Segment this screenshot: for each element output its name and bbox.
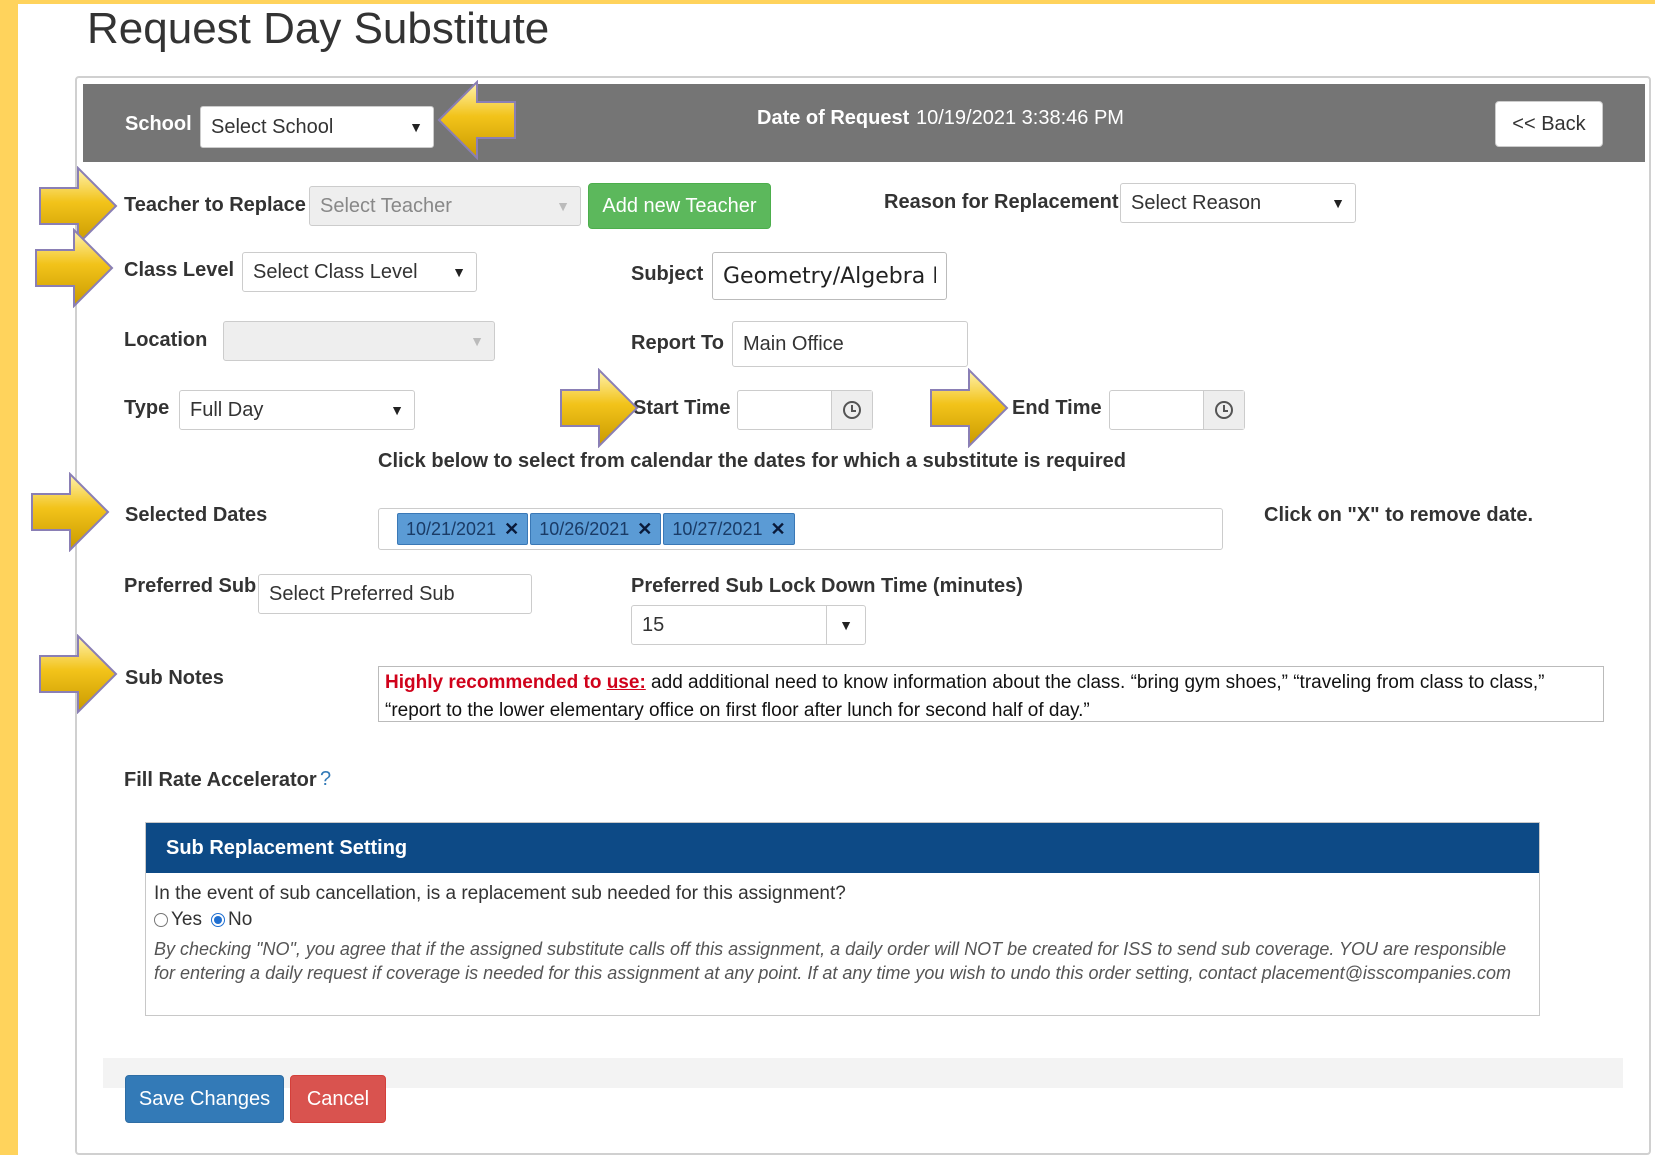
preferred-sub-select-value: Select Preferred Sub [269, 582, 455, 605]
close-icon[interactable]: ✕ [770, 519, 785, 540]
start-time-clock-button[interactable] [831, 391, 872, 429]
date-chip: 10/26/2021 ✕ [530, 513, 662, 545]
date-chip-label: 10/21/2021 [406, 518, 497, 539]
teacher-select-value: Select Teacher [320, 194, 452, 217]
help-icon[interactable]: ? [320, 768, 331, 791]
date-of-request-label: Date of Request [757, 107, 910, 129]
arrow-icon [31, 472, 110, 552]
sub-notes-textarea[interactable]: Highly recommended to use: add additiona… [378, 666, 1604, 722]
sub-notes-highlight: Highly recommended to [385, 672, 607, 693]
chevron-down-icon: ▼ [452, 264, 466, 280]
clock-icon [1215, 401, 1233, 419]
fill-rate-label: Fill Rate Accelerator [124, 769, 317, 791]
report-to-input-value: Main Office [743, 332, 844, 355]
type-label: Type [124, 397, 170, 419]
selected-dates-label: Selected Dates [125, 504, 268, 526]
location-select[interactable]: ▼ [223, 321, 495, 361]
class-level-select[interactable]: Select Class Level ▼ [242, 252, 477, 292]
page-title: Request Day Substitute [87, 4, 550, 53]
chevron-down-icon: ▼ [839, 617, 853, 633]
chevron-down-icon: ▼ [409, 119, 423, 135]
close-icon[interactable]: ✕ [637, 519, 652, 540]
reason-label: Reason for Replacement [884, 191, 1119, 213]
arrow-icon [35, 228, 114, 308]
school-label: School [125, 113, 192, 135]
date-of-request-value: 10/19/2021 3:38:46 PM [916, 107, 1124, 129]
date-chip-label: 10/26/2021 [539, 518, 630, 539]
school-select-value: Select School [211, 115, 334, 138]
sub-notes-highlight-use: use: [606, 672, 646, 693]
lockdown-dropdown-button[interactable]: ▼ [826, 606, 865, 644]
replacement-radio-group: Yes No [154, 909, 252, 931]
start-time-input[interactable] [737, 390, 873, 430]
preferred-sub-label: Preferred Sub [124, 575, 257, 597]
end-time-label: End Time [1012, 397, 1102, 419]
calendar-instruction: Click below to select from calendar the … [378, 450, 1126, 472]
sub-replacement-question: In the event of sub cancellation, is a r… [154, 883, 846, 904]
subject-input-value: Geometry/Algebra I [723, 263, 936, 289]
type-select-value: Full Day [190, 398, 264, 421]
arrow-icon [560, 368, 639, 448]
back-button[interactable]: << Back [1495, 101, 1603, 147]
location-label: Location [124, 329, 208, 351]
start-time-field[interactable] [738, 391, 831, 429]
lockdown-select[interactable]: 15 ▼ [631, 605, 866, 645]
end-time-clock-button[interactable] [1203, 391, 1244, 429]
no-radio[interactable] [211, 913, 225, 927]
teacher-label: Teacher to Replace [124, 194, 306, 216]
subject-input[interactable]: Geometry/Algebra I [712, 252, 947, 300]
sub-replacement-note: By checking "NO", you agree that if the … [154, 939, 1511, 983]
reason-select-value: Select Reason [1131, 191, 1262, 214]
class-level-label: Class Level [124, 259, 235, 281]
remove-date-hint: Click on "X" to remove date. [1264, 504, 1534, 526]
arrow-icon [39, 634, 118, 714]
cancel-button[interactable]: Cancel [290, 1075, 386, 1123]
yes-radio[interactable] [154, 913, 168, 927]
class-level-select-value: Select Class Level [253, 260, 418, 283]
teacher-select[interactable]: Select Teacher ▼ [309, 186, 581, 226]
preferred-sub-select[interactable]: Select Preferred Sub [258, 574, 532, 614]
chevron-down-icon: ▼ [556, 198, 570, 214]
date-chip: 10/27/2021 ✕ [663, 513, 795, 545]
date-chip-label: 10/27/2021 [672, 518, 763, 539]
no-radio-label: No [228, 909, 253, 930]
save-changes-button[interactable]: Save Changes [125, 1075, 284, 1123]
end-time-field[interactable] [1110, 391, 1203, 429]
add-new-teacher-button[interactable]: Add new Teacher [588, 183, 771, 229]
chevron-down-icon: ▼ [1331, 195, 1345, 211]
lockdown-label: Preferred Sub Lock Down Time (minutes) [631, 575, 1023, 597]
type-select[interactable]: Full Day ▼ [179, 390, 415, 430]
reason-select[interactable]: Select Reason ▼ [1120, 183, 1356, 223]
chevron-down-icon: ▼ [390, 402, 404, 418]
selected-dates-input[interactable]: 10/21/2021 ✕ 10/26/2021 ✕ 10/27/2021 ✕ [378, 508, 1223, 550]
sub-notes-label: Sub Notes [125, 667, 224, 689]
sub-replacement-panel: Sub Replacement Setting In the event of … [145, 822, 1540, 1016]
date-chip: 10/21/2021 ✕ [397, 513, 529, 545]
subject-label: Subject [631, 263, 704, 285]
school-select[interactable]: Select School ▼ [200, 106, 434, 148]
report-to-label: Report To [631, 332, 724, 354]
arrow-icon [437, 80, 516, 160]
end-time-input[interactable] [1109, 390, 1245, 430]
sub-replacement-title: Sub Replacement Setting [146, 823, 1539, 873]
chevron-down-icon: ▼ [470, 333, 484, 349]
clock-icon [843, 401, 861, 419]
close-icon[interactable]: ✕ [504, 519, 519, 540]
arrow-icon [930, 368, 1009, 448]
report-to-input[interactable]: Main Office [732, 321, 968, 367]
lockdown-select-value: 15 [642, 613, 665, 636]
yes-radio-label: Yes [171, 909, 202, 930]
start-time-label: Start Time [633, 397, 731, 419]
